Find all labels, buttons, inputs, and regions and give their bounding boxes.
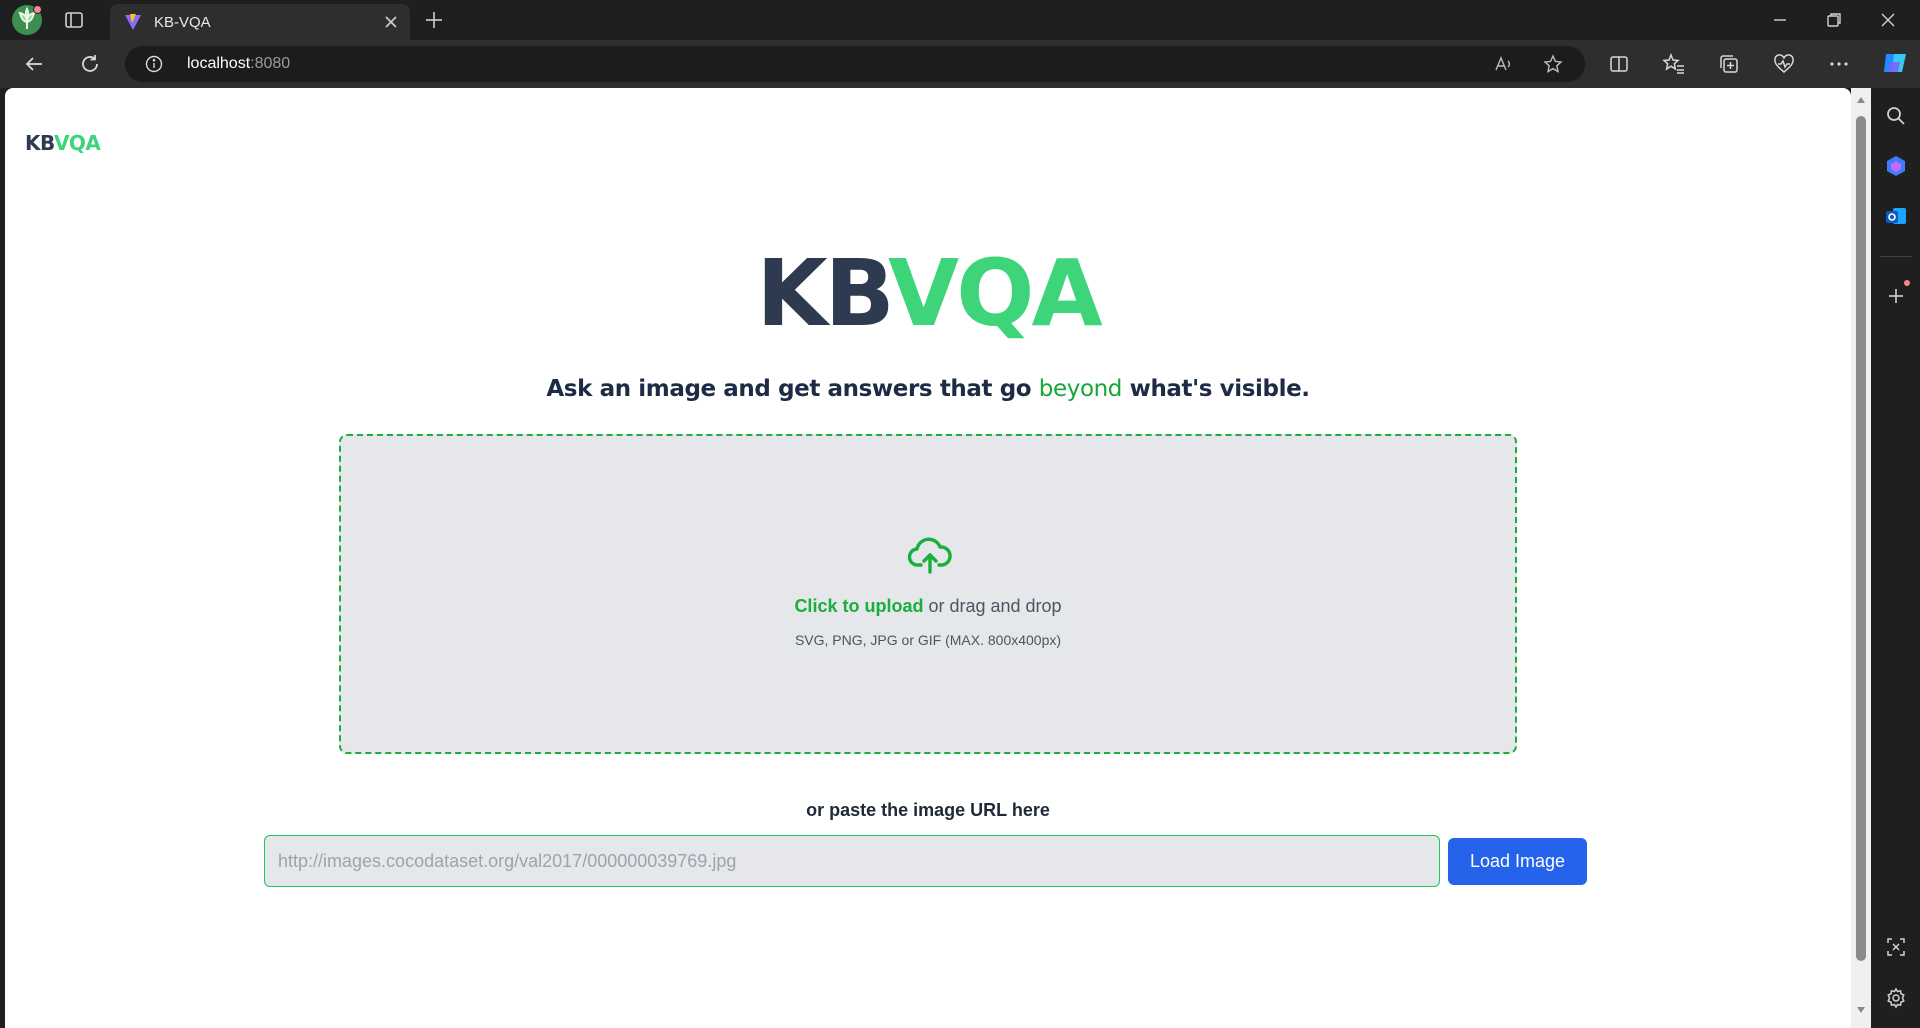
load-image-button[interactable]: Load Image xyxy=(1448,838,1587,885)
close-tab-icon[interactable] xyxy=(382,13,400,31)
hero-title: KBVQA xyxy=(756,240,1102,347)
back-arrow-icon[interactable] xyxy=(22,52,46,76)
vite-favicon-icon xyxy=(124,13,142,31)
sidebar-copilot-icon[interactable] xyxy=(1884,154,1908,178)
page-viewport: KBVQA KBVQA Ask an image and get answers… xyxy=(5,88,1851,1028)
paste-url-label: or paste the image URL here xyxy=(806,800,1050,820)
tagline: Ask an image and get answers that go bey… xyxy=(546,376,1310,402)
upload-file-hint: SVG, PNG, JPG or GIF (MAX. 800x400px) xyxy=(794,632,1062,648)
tab-bar: KB-VQA xyxy=(0,0,1920,40)
tab-kbvqa[interactable]: KB-VQA xyxy=(110,4,410,40)
scrollbar-thumb[interactable] xyxy=(1856,116,1866,961)
notification-dot xyxy=(33,5,42,14)
sidebar-outlook-icon[interactable] xyxy=(1884,204,1908,228)
upload-dropzone[interactable]: Click to upload or drag and drop SVG, PN… xyxy=(339,434,1517,754)
sidebar-search-icon[interactable] xyxy=(1884,104,1908,128)
address-bar[interactable]: localhost:8080 xyxy=(125,46,1585,82)
click-to-upload-link[interactable]: Click to upload xyxy=(794,596,923,616)
new-tab-icon[interactable] xyxy=(422,8,446,32)
cloud-upload-icon xyxy=(907,536,953,576)
navigation-bar: localhost:8080 xyxy=(0,40,1920,88)
close-window-icon[interactable] xyxy=(1876,8,1900,32)
address-url[interactable]: localhost:8080 xyxy=(187,55,290,73)
favorite-star-icon[interactable] xyxy=(1543,54,1563,74)
tab-title: KB-VQA xyxy=(154,14,211,31)
more-options-icon[interactable] xyxy=(1827,52,1851,76)
site-info-icon[interactable] xyxy=(145,55,163,73)
favorites-icon[interactable] xyxy=(1662,52,1686,76)
image-url-input[interactable] xyxy=(264,835,1440,887)
minimize-icon[interactable] xyxy=(1768,8,1792,32)
scroll-up-arrow-icon[interactable] xyxy=(1856,96,1866,104)
sidebar-divider xyxy=(1880,256,1912,257)
tab-actions-icon[interactable] xyxy=(62,8,86,32)
upload-instructions: Click to upload or drag and drop xyxy=(794,596,1062,616)
nav-logo[interactable]: KBVQA xyxy=(25,131,101,155)
split-screen-icon[interactable] xyxy=(1607,52,1631,76)
browser-essentials-icon[interactable] xyxy=(1772,52,1796,76)
read-aloud-icon[interactable] xyxy=(1493,54,1513,74)
screenshot-icon[interactable] xyxy=(1884,935,1908,959)
page-scrollbar[interactable] xyxy=(1851,88,1871,1028)
refresh-icon[interactable] xyxy=(78,52,102,76)
edge-sidebar xyxy=(1872,88,1920,1028)
sidebar-add-icon[interactable] xyxy=(1884,284,1908,308)
collections-icon[interactable] xyxy=(1717,52,1741,76)
tagline-highlight: beyond xyxy=(1038,376,1123,402)
restore-icon[interactable] xyxy=(1822,8,1846,32)
copilot-icon[interactable] xyxy=(1880,48,1910,78)
scroll-down-arrow-icon[interactable] xyxy=(1856,1006,1866,1014)
sidebar-notification-dot xyxy=(1904,280,1910,286)
settings-gear-icon[interactable] xyxy=(1884,986,1908,1010)
